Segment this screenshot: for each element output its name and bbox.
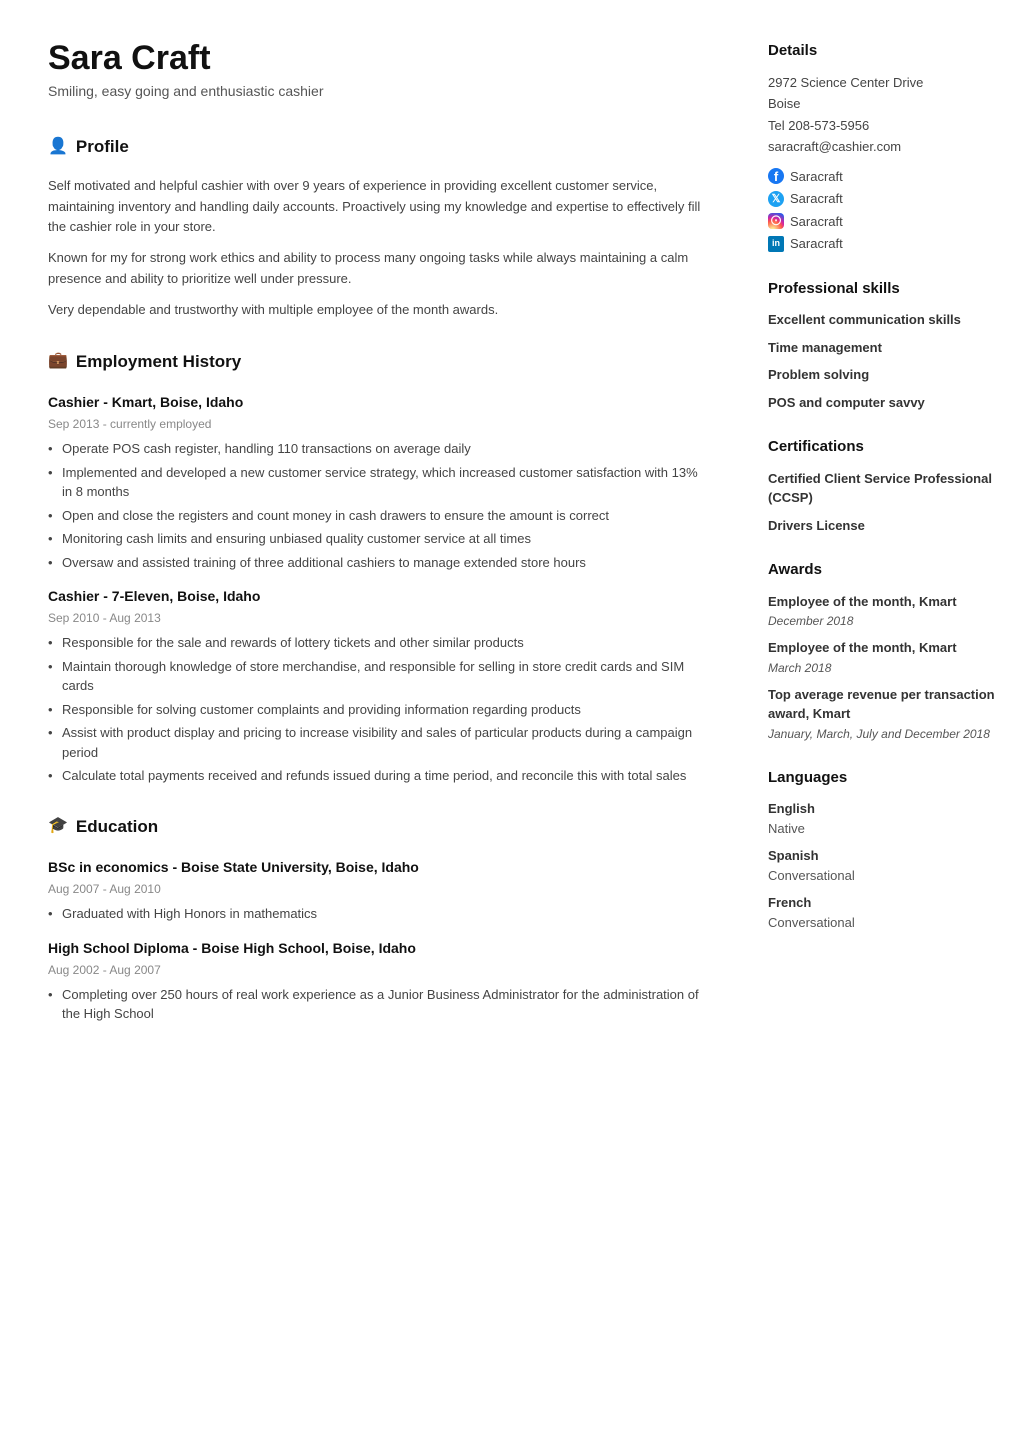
- social-twitter: 𝕏 Saracraft: [768, 189, 996, 209]
- profile-section: 👤 Profile Self motivated and helpful cas…: [48, 134, 708, 320]
- award-3-title: Top average revenue per transaction awar…: [768, 685, 996, 724]
- award-2: Employee of the month, Kmart March 2018: [768, 638, 996, 677]
- awards-section: Awards Employee of the month, Kmart Dece…: [768, 559, 996, 743]
- languages-title: Languages: [768, 767, 996, 790]
- lang-2: Spanish Conversational: [768, 846, 996, 885]
- award-3: Top average revenue per transaction awar…: [768, 685, 996, 743]
- instagram-icon: ⊙: [768, 213, 784, 229]
- job-1-bullets: Operate POS cash register, handling 110 …: [48, 439, 708, 572]
- socials-list: f Saracraft 𝕏 Saracraft ⊙ Saracraft in S…: [768, 167, 996, 254]
- skill-1: Excellent communication skills: [768, 310, 996, 330]
- job-2-dates: Sep 2010 - Aug 2013: [48, 609, 708, 627]
- details-address2: Boise: [768, 94, 996, 114]
- skills-title: Professional skills: [768, 278, 996, 301]
- edu-2: High School Diploma - Boise High School,…: [48, 938, 708, 1024]
- facebook-label: Saracraft: [790, 167, 843, 187]
- edu-1-bullet-1: Graduated with High Honors in mathematic…: [48, 904, 708, 924]
- skill-3: Problem solving: [768, 365, 996, 385]
- education-section: 🎓 Education BSc in economics - Boise Sta…: [48, 814, 708, 1024]
- award-1-title: Employee of the month, Kmart: [768, 592, 996, 612]
- profile-para-2: Known for my for strong work ethics and …: [48, 248, 708, 290]
- award-3-date: January, March, July and December 2018: [768, 725, 996, 743]
- certifications-section: Certifications Certified Client Service …: [768, 436, 996, 535]
- details-phone: Tel 208-573-5956: [768, 116, 996, 136]
- languages-section: Languages English Native Spanish Convers…: [768, 767, 996, 933]
- twitter-icon: 𝕏: [768, 191, 784, 207]
- employment-section: 💼 Employment History Cashier - Kmart, Bo…: [48, 349, 708, 786]
- education-icon: 🎓: [48, 814, 68, 838]
- details-title: Details: [768, 40, 996, 63]
- job-1-bullet-2: Implemented and developed a new customer…: [48, 463, 708, 502]
- left-column: Sara Craft Smiling, easy going and enthu…: [0, 0, 744, 1446]
- details-email: saracraft@cashier.com: [768, 137, 996, 157]
- edu-1: BSc in economics - Boise State Universit…: [48, 857, 708, 924]
- skill-2: Time management: [768, 338, 996, 358]
- job-2: Cashier - 7-Eleven, Boise, Idaho Sep 201…: [48, 586, 708, 786]
- job-2-bullets: Responsible for the sale and rewards of …: [48, 633, 708, 786]
- job-1-bullet-3: Open and close the registers and count m…: [48, 506, 708, 526]
- edu-2-bullet-1: Completing over 250 hours of real work e…: [48, 985, 708, 1024]
- cert-1: Certified Client Service Professional (C…: [768, 469, 996, 508]
- job-2-title: Cashier - 7-Eleven, Boise, Idaho: [48, 586, 708, 607]
- social-linkedin: in Saracraft: [768, 234, 996, 254]
- certifications-title: Certifications: [768, 436, 996, 459]
- job-1-bullet-5: Oversaw and assisted training of three a…: [48, 553, 708, 573]
- edu-1-dates: Aug 2007 - Aug 2010: [48, 880, 708, 898]
- award-2-title: Employee of the month, Kmart: [768, 638, 996, 658]
- job-1-title: Cashier - Kmart, Boise, Idaho: [48, 392, 708, 413]
- candidate-name: Sara Craft: [48, 40, 708, 77]
- edu-2-bullets: Completing over 250 hours of real work e…: [48, 985, 708, 1024]
- lang-3: French Conversational: [768, 893, 996, 932]
- lang-1-name: English: [768, 799, 996, 819]
- job-1: Cashier - Kmart, Boise, Idaho Sep 2013 -…: [48, 392, 708, 572]
- social-facebook: f Saracraft: [768, 167, 996, 187]
- details-address1: 2972 Science Center Drive: [768, 73, 996, 93]
- header-section: Sara Craft Smiling, easy going and enthu…: [48, 40, 708, 102]
- employment-icon: 💼: [48, 349, 68, 373]
- employment-title: 💼 Employment History: [48, 349, 708, 379]
- candidate-tagline: Smiling, easy going and enthusiastic cas…: [48, 81, 708, 102]
- job-2-bullet-4: Assist with product display and pricing …: [48, 723, 708, 762]
- skill-4: POS and computer savvy: [768, 393, 996, 413]
- profile-icon: 👤: [48, 135, 68, 159]
- job-1-bullet-1: Operate POS cash register, handling 110 …: [48, 439, 708, 459]
- linkedin-label: Saracraft: [790, 234, 843, 254]
- award-1: Employee of the month, Kmart December 20…: [768, 592, 996, 631]
- profile-para-3: Very dependable and trustworthy with mul…: [48, 300, 708, 321]
- facebook-icon: f: [768, 168, 784, 184]
- twitter-label: Saracraft: [790, 189, 843, 209]
- edu-2-title: High School Diploma - Boise High School,…: [48, 938, 708, 959]
- lang-2-level: Conversational: [768, 866, 996, 886]
- lang-1-level: Native: [768, 819, 996, 839]
- edu-1-title: BSc in economics - Boise State Universit…: [48, 857, 708, 878]
- job-2-bullet-1: Responsible for the sale and rewards of …: [48, 633, 708, 653]
- award-2-date: March 2018: [768, 659, 996, 677]
- job-2-bullet-2: Maintain thorough knowledge of store mer…: [48, 657, 708, 696]
- lang-2-name: Spanish: [768, 846, 996, 866]
- lang-1: English Native: [768, 799, 996, 838]
- job-1-dates: Sep 2013 - currently employed: [48, 415, 708, 433]
- lang-3-level: Conversational: [768, 913, 996, 933]
- edu-2-dates: Aug 2002 - Aug 2007: [48, 961, 708, 979]
- cert-2: Drivers License: [768, 516, 996, 536]
- job-1-bullet-4: Monitoring cash limits and ensuring unbi…: [48, 529, 708, 549]
- profile-para-1: Self motivated and helpful cashier with …: [48, 176, 708, 238]
- awards-title: Awards: [768, 559, 996, 582]
- profile-title: 👤 Profile: [48, 134, 708, 164]
- edu-1-bullets: Graduated with High Honors in mathematic…: [48, 904, 708, 924]
- education-title: 🎓 Education: [48, 814, 708, 844]
- details-section: Details 2972 Science Center Drive Boise …: [768, 40, 996, 254]
- social-instagram: ⊙ Saracraft: [768, 212, 996, 232]
- instagram-label: Saracraft: [790, 212, 843, 232]
- award-1-date: December 2018: [768, 612, 996, 630]
- resume-page: Sara Craft Smiling, easy going and enthu…: [0, 0, 1024, 1446]
- linkedin-icon: in: [768, 236, 784, 252]
- lang-3-name: French: [768, 893, 996, 913]
- job-2-bullet-5: Calculate total payments received and re…: [48, 766, 708, 786]
- skills-section: Professional skills Excellent communicat…: [768, 278, 996, 413]
- right-column: Details 2972 Science Center Drive Boise …: [744, 0, 1024, 1446]
- job-2-bullet-3: Responsible for solving customer complai…: [48, 700, 708, 720]
